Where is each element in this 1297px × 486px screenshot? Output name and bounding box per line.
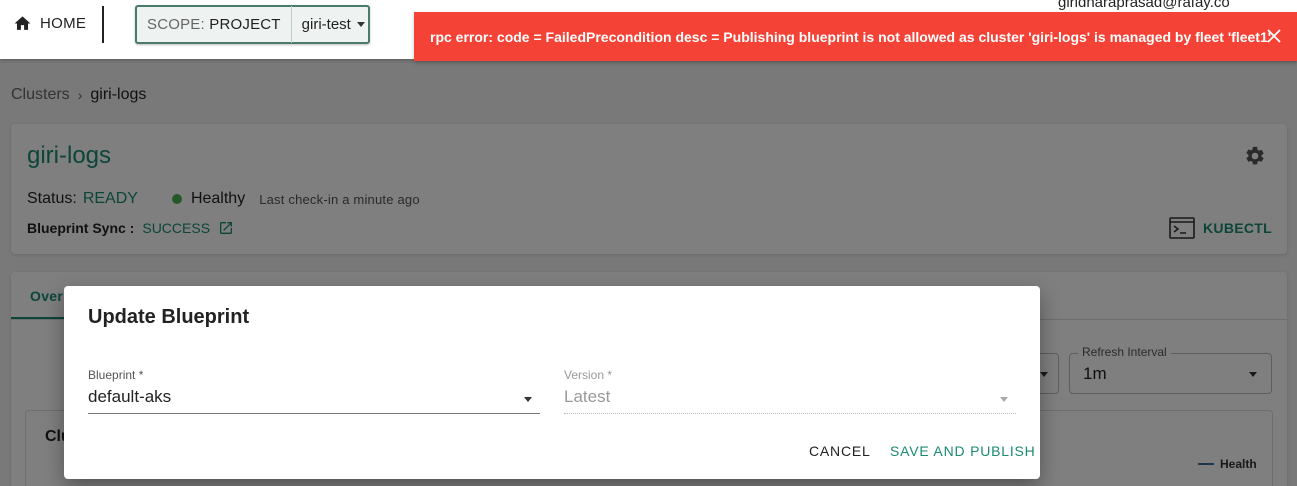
error-message: rpc error: code = FailedPrecondition des… bbox=[430, 28, 1272, 45]
home-label: HOME bbox=[40, 15, 87, 32]
project-name: giri-test bbox=[301, 16, 351, 33]
caret-down-icon bbox=[1000, 397, 1008, 402]
error-toast: rpc error: code = FailedPrecondition des… bbox=[414, 12, 1297, 61]
user-menu[interactable]: giridharaprasad@rafay.co bbox=[1058, 0, 1230, 11]
blueprint-select[interactable]: Blueprint * default-aks bbox=[88, 368, 540, 414]
caret-down-icon bbox=[356, 22, 365, 27]
scope-label: SCOPE: PROJECT bbox=[147, 16, 281, 33]
home-link[interactable]: HOME bbox=[13, 14, 86, 33]
blueprint-value: default-aks bbox=[88, 387, 172, 406]
close-icon[interactable] bbox=[1265, 27, 1283, 45]
update-blueprint-dialog: Update Blueprint Blueprint * default-aks… bbox=[64, 286, 1040, 479]
dialog-title: Update Blueprint bbox=[88, 306, 250, 328]
version-label: Version * bbox=[564, 368, 613, 382]
version-value: Latest bbox=[564, 387, 611, 406]
save-and-publish-button[interactable]: SAVE AND PUBLISH bbox=[890, 443, 1036, 459]
scope-selector[interactable]: SCOPE: PROJECT giri-test bbox=[135, 5, 370, 44]
scope-value: PROJECT bbox=[209, 16, 281, 33]
cancel-button[interactable]: CANCEL bbox=[809, 443, 871, 459]
divider bbox=[102, 6, 104, 43]
version-select: Version * Latest bbox=[564, 368, 1016, 414]
caret-down-icon bbox=[524, 397, 532, 402]
home-icon bbox=[14, 16, 31, 30]
project-dropdown[interactable]: giri-test bbox=[292, 16, 365, 33]
blueprint-label: Blueprint * bbox=[88, 368, 144, 382]
